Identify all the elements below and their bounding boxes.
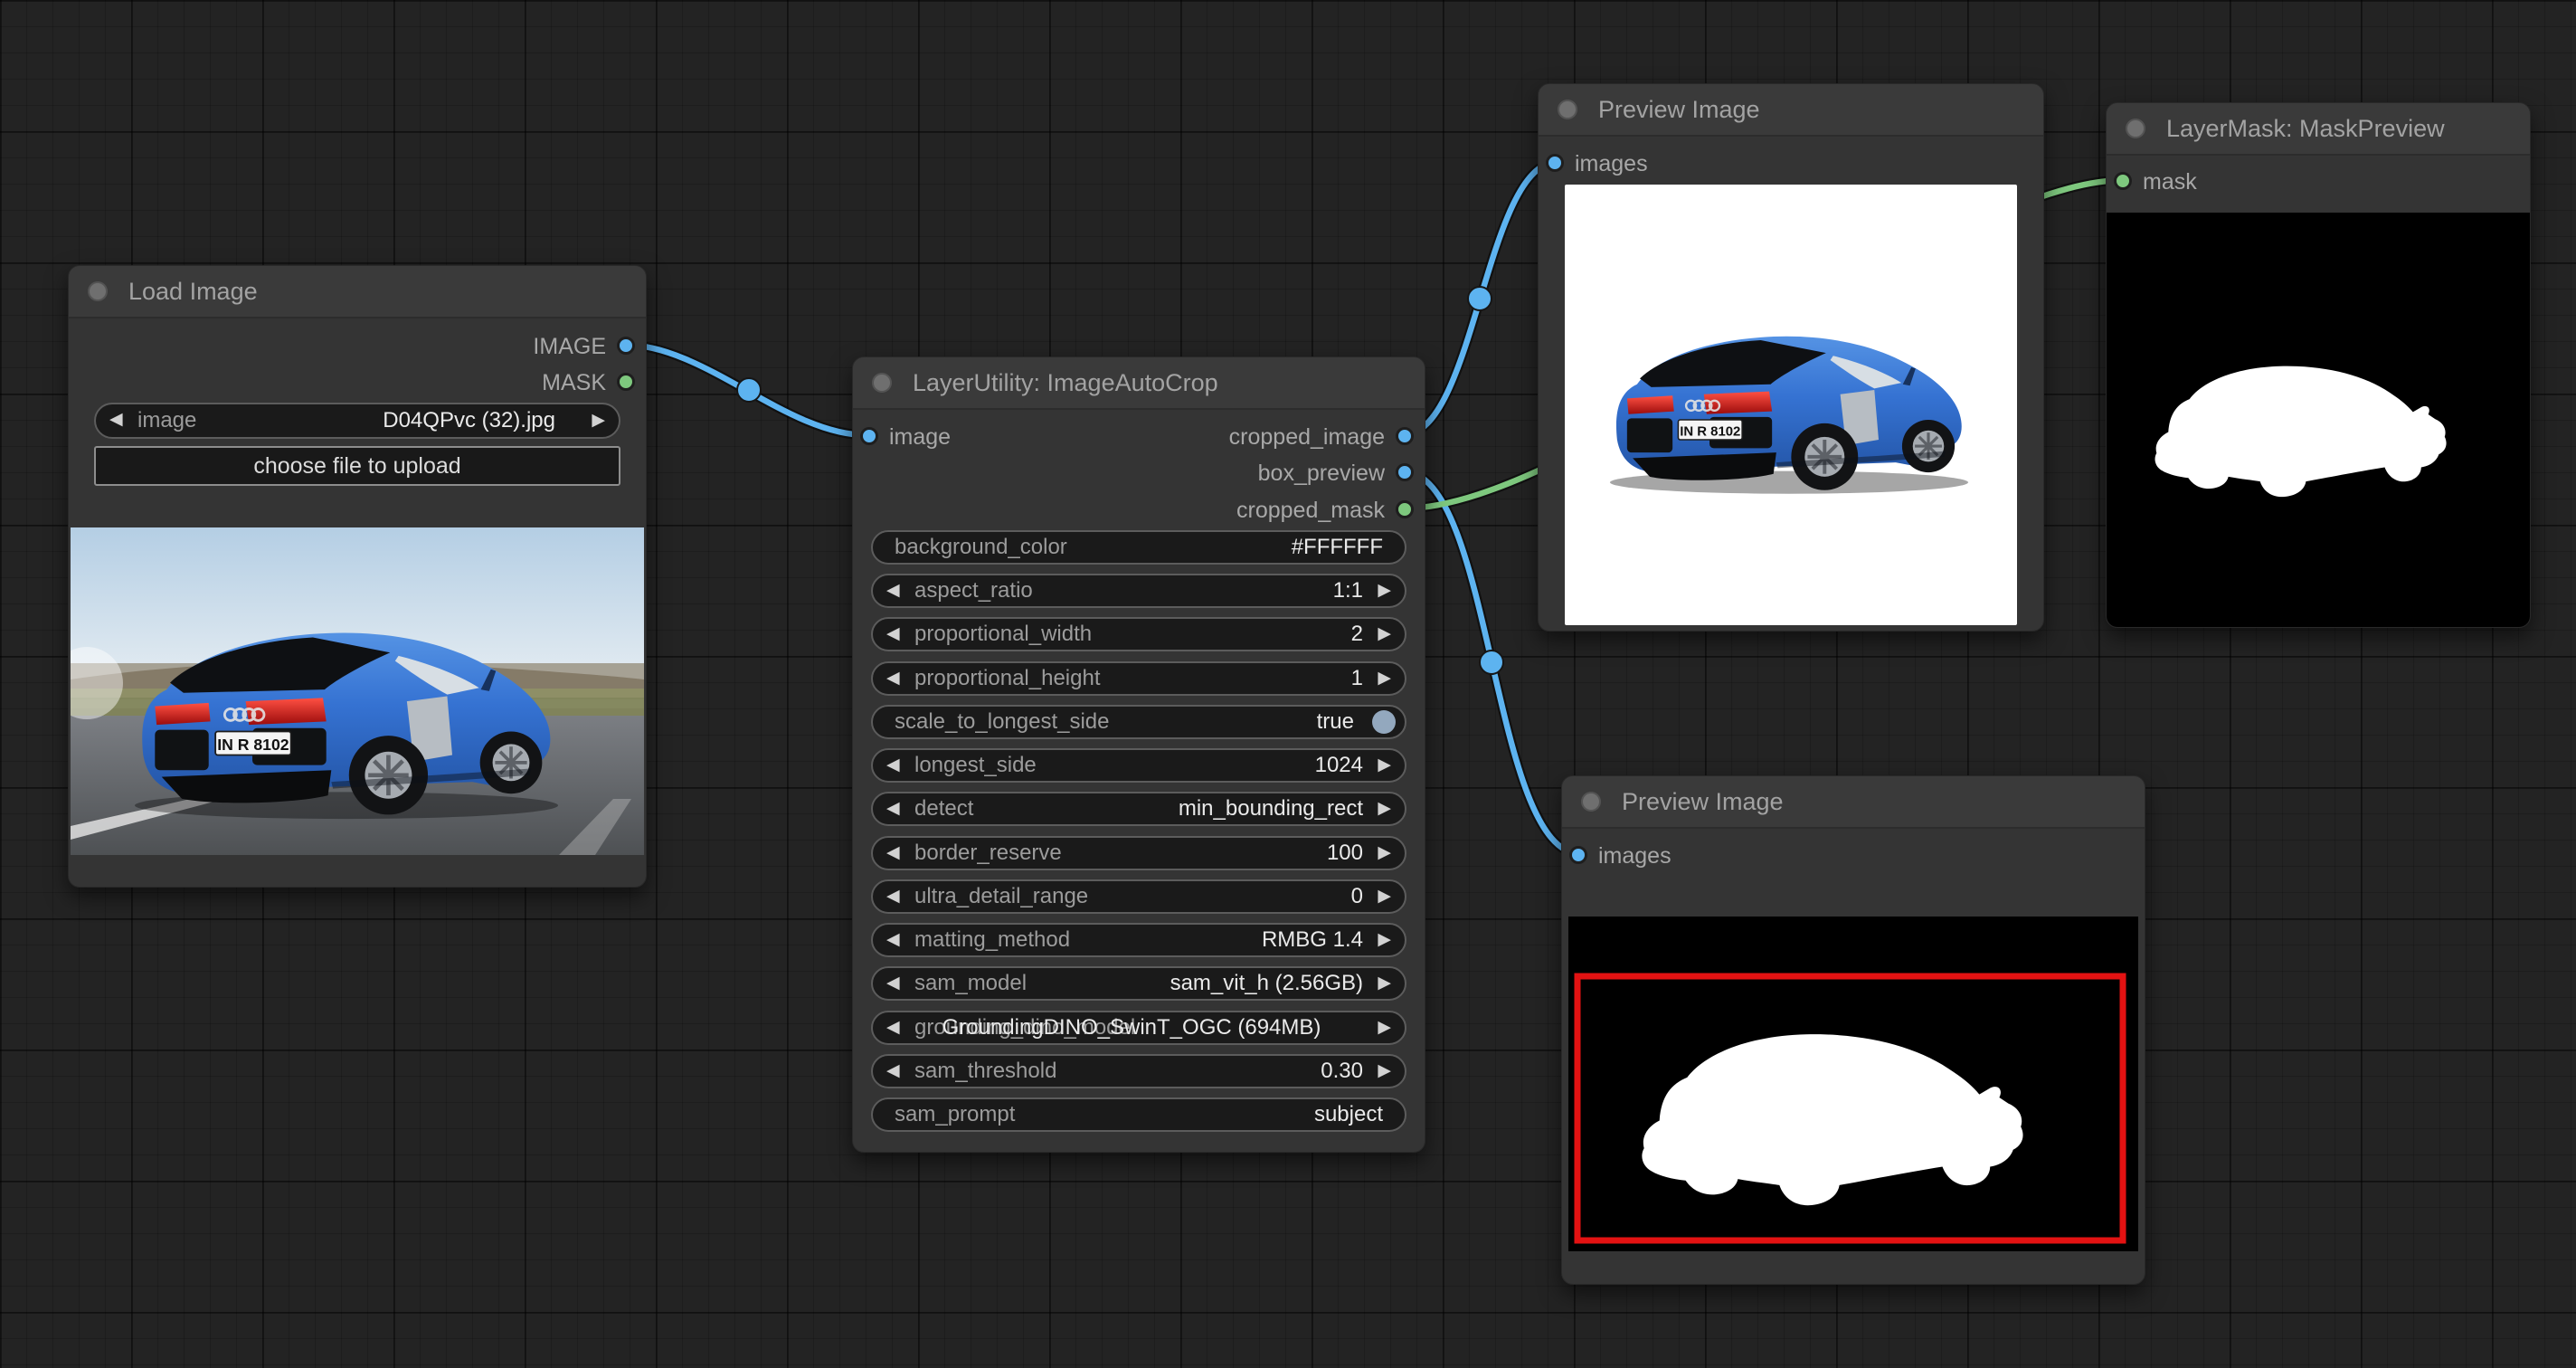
input-slot-mask: mask [2114,169,2197,195]
output-dot-box-preview[interactable] [1396,463,1414,481]
node-header[interactable]: Preview Image [1562,776,2145,829]
decrement-arrow-icon[interactable]: ◀ [886,925,900,955]
node-preview-image-bottom[interactable]: Preview Image images [1561,775,2145,1285]
decrement-arrow-icon[interactable]: ◀ [109,404,123,435]
increment-arrow-icon[interactable]: ▶ [1378,1012,1391,1043]
input-dot-image[interactable] [860,427,878,445]
widget-aspect-ratio[interactable]: ◀ aspect_ratio 1:1 ▶ [871,574,1406,608]
output-dot-mask[interactable] [617,373,635,391]
increment-arrow-icon[interactable]: ▶ [1378,575,1391,606]
node-imageautocrop[interactable]: LayerUtility: ImageAutoCrop image croppe… [852,356,1425,1153]
node-preview-image-top[interactable]: Preview Image images [1538,83,2044,632]
output-slot-cropped-mask: cropped_mask [1236,498,1414,523]
widget-background-color[interactable]: background_color #FFFFFF [871,530,1406,565]
collapse-dot-icon[interactable] [88,281,108,301]
widget-matting-method[interactable]: ◀ matting_method RMBG 1.4 ▶ [871,923,1406,957]
increment-arrow-icon[interactable]: ▶ [1378,968,1391,999]
increment-arrow-icon[interactable]: ▶ [592,404,605,437]
widget-sam-prompt[interactable]: sam_prompt subject [871,1097,1406,1132]
widget-proportional-height[interactable]: ◀ proportional_height 1 ▶ [871,661,1406,696]
increment-arrow-icon[interactable]: ▶ [1378,1056,1391,1087]
output-dot-image[interactable] [617,337,635,355]
output-dot-cropped-mask[interactable] [1396,500,1414,518]
node-title: Preview Image [1598,84,1760,135]
increment-arrow-icon[interactable]: ▶ [1378,793,1391,824]
link-midpoint-dot [737,378,761,402]
input-dot-images[interactable] [1569,846,1587,864]
decrement-arrow-icon[interactable]: ◀ [886,575,900,606]
widget-ultra-detail-range[interactable]: ◀ ultra_detail_range 0 ▶ [871,879,1406,914]
choose-file-button[interactable]: choose file to upload [94,446,620,486]
decrement-arrow-icon[interactable]: ◀ [886,619,900,650]
increment-arrow-icon[interactable]: ▶ [1378,925,1391,955]
collapse-dot-icon[interactable] [872,373,892,393]
loaded-image-preview [71,527,644,855]
widget-border-reserve[interactable]: ◀ border_reserve 100 ▶ [871,836,1406,870]
decrement-arrow-icon[interactable]: ◀ [886,750,900,781]
decrement-arrow-icon[interactable]: ◀ [886,838,900,869]
output-slot-mask: MASK [542,370,635,395]
output-slot-box-preview: box_preview [1258,461,1414,486]
increment-arrow-icon[interactable]: ▶ [1378,881,1391,912]
widget-sam-model[interactable]: ◀ sam_model sam_vit_h (2.56GB) ▶ [871,966,1406,1001]
toggle-on-icon[interactable] [1372,710,1396,734]
node-canvas[interactable]: IN R 8102 [0,0,2576,1368]
node-title: Preview Image [1622,776,1784,827]
node-title: Load Image [128,266,258,317]
widget-detect[interactable]: ◀ detect min_bounding_rect ▶ [871,792,1406,826]
widget-proportional-width[interactable]: ◀ proportional_width 2 ▶ [871,617,1406,651]
increment-arrow-icon[interactable]: ▶ [1378,750,1391,781]
input-slot-images: images [1546,151,1648,176]
decrement-arrow-icon[interactable]: ◀ [886,881,900,912]
output-slot-image: IMAGE [533,334,635,359]
input-dot-images[interactable] [1546,154,1564,172]
cropped-image-preview [1565,185,2017,625]
decrement-arrow-icon[interactable]: ◀ [886,968,900,999]
mask-preview-image [2107,213,2530,627]
input-slot-images: images [1569,843,1672,869]
link-midpoint-dot [1468,287,1492,310]
output-dot-cropped-image[interactable] [1396,427,1414,445]
output-slot-cropped-image: cropped_image [1229,424,1414,450]
widget-scale-to-longest-side[interactable]: scale_to_longest_side true [871,705,1406,739]
widget-image-combo[interactable]: ◀ image D04QPvc (32).jpg ▶ [94,403,620,439]
box-preview-image [1568,917,2138,1251]
increment-arrow-icon[interactable]: ▶ [1378,838,1391,869]
link-midpoint-dot [1480,651,1503,674]
decrement-arrow-icon[interactable]: ◀ [886,663,900,694]
increment-arrow-icon[interactable]: ▶ [1378,663,1391,694]
decrement-arrow-icon[interactable]: ◀ [886,1012,900,1043]
node-title: LayerMask: MaskPreview [2166,103,2445,154]
decrement-arrow-icon[interactable]: ◀ [886,793,900,824]
widget-longest-side[interactable]: ◀ longest_side 1024 ▶ [871,748,1406,783]
node-title: LayerUtility: ImageAutoCrop [913,357,1218,408]
input-slot-image: image [860,424,951,450]
input-dot-mask[interactable] [2114,172,2132,190]
node-header[interactable]: Preview Image [1539,84,2043,137]
node-header[interactable]: LayerMask: MaskPreview [2107,103,2530,156]
widget-grounding-dino-model[interactable]: ◀ grounding_dino_model GroundingDINO_Swi… [871,1011,1406,1045]
decrement-arrow-icon[interactable]: ◀ [886,1056,900,1087]
collapse-dot-icon[interactable] [1558,100,1577,119]
node-header[interactable]: LayerUtility: ImageAutoCrop [853,357,1425,410]
increment-arrow-icon[interactable]: ▶ [1378,619,1391,650]
collapse-dot-icon[interactable] [2126,119,2145,138]
node-load-image[interactable]: Load Image IMAGE MASK ◀ image D04QPvc (3… [68,265,647,888]
node-header[interactable]: Load Image [69,266,646,318]
collapse-dot-icon[interactable] [1581,792,1601,812]
widget-sam-threshold[interactable]: ◀ sam_threshold 0.30 ▶ [871,1054,1406,1088]
node-maskpreview[interactable]: LayerMask: MaskPreview mask [2106,102,2531,628]
